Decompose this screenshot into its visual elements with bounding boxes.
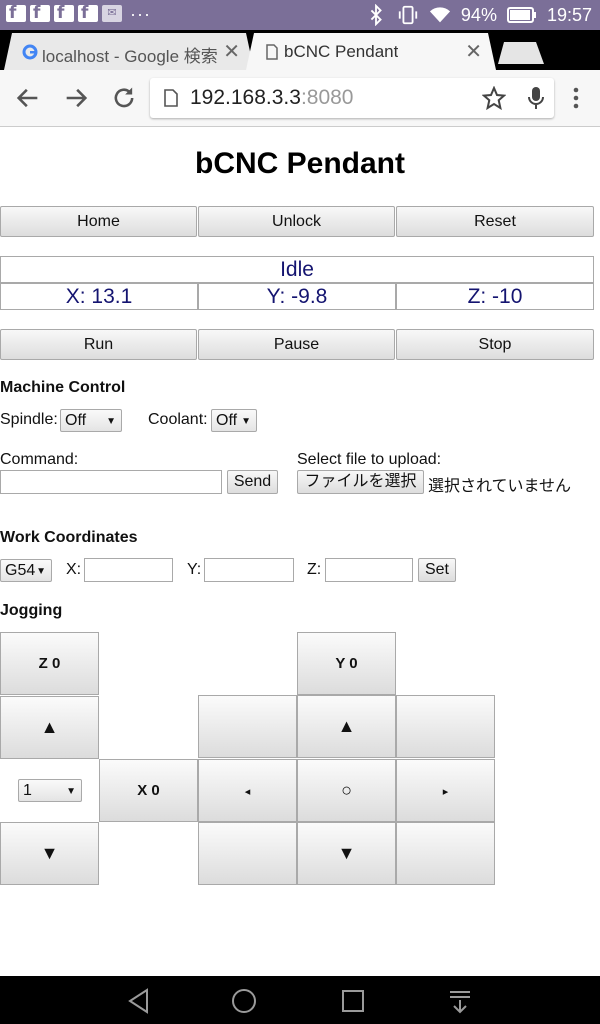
work-coordinates-heading: Work Coordinates (0, 529, 138, 546)
forward-arrow-icon[interactable] (62, 84, 90, 112)
more-notifications-icon: ··· (130, 3, 151, 24)
vibrate-icon (398, 5, 418, 25)
facebook-notification-icon (6, 3, 26, 23)
tab-close-icon[interactable]: ✕ (223, 39, 240, 64)
z-zero-button[interactable]: Z 0 (0, 632, 99, 695)
kebab-menu-icon[interactable] (566, 84, 586, 112)
left-arrow-icon: ◂ (244, 786, 251, 798)
x-left-button[interactable]: ◂ (198, 759, 297, 822)
navigation-bar (0, 976, 600, 1024)
status-bar: ✉ ··· 94% 19:57 (0, 0, 600, 30)
coolant-select[interactable]: Off ▼ (211, 409, 257, 432)
tab-title: bCNC Pendant (284, 42, 399, 61)
y-position: Y: -9.8 (198, 283, 396, 310)
set-button[interactable]: Set (418, 558, 456, 582)
send-button[interactable]: Send (227, 470, 278, 494)
stop-button[interactable]: Stop (396, 329, 594, 360)
mail-notification-icon: ✉ (102, 5, 122, 22)
run-button[interactable]: Run (0, 329, 197, 360)
dropdown-arrow-icon: ▼ (66, 786, 76, 797)
y-up-button[interactable]: ▲ (297, 695, 396, 758)
jog-down-right-button[interactable] (396, 822, 495, 885)
tab-strip: localhost - Google 検索 ✕ bCNC Pendant ✕ (0, 30, 600, 70)
coordinate-system-select[interactable]: G54 ▼ (0, 559, 52, 582)
tab-google-search[interactable]: localhost - Google 検索 ✕ (4, 33, 254, 70)
jogging-heading: Jogging (0, 602, 63, 619)
unlock-button[interactable]: Unlock (198, 206, 395, 237)
wcs-z-label: Z: (307, 561, 322, 578)
pause-button[interactable]: Pause (198, 329, 395, 360)
facebook-notification-icon (30, 3, 50, 23)
y-zero-button[interactable]: Y 0 (297, 632, 396, 695)
jog-up-left-button[interactable] (198, 695, 297, 758)
tab-title: localhost - Google 検索 (42, 47, 218, 66)
page-info-icon[interactable] (164, 89, 178, 107)
jog-up-right-button[interactable] (396, 695, 495, 758)
right-arrow-icon: ▸ (442, 786, 449, 798)
z-down-button[interactable]: ▼ (0, 822, 99, 885)
tab-close-icon[interactable]: ✕ (465, 39, 482, 64)
coolant-label: Coolant: (148, 411, 208, 428)
microphone-icon[interactable] (526, 86, 546, 110)
url-text: 192.168.3.3:8080 (190, 86, 354, 109)
home-button[interactable]: Home (0, 206, 197, 237)
z-position: Z: -10 (396, 283, 594, 310)
wifi-icon (429, 7, 451, 23)
dropdown-arrow-icon: ▼ (36, 566, 46, 577)
x-right-button[interactable]: ▸ (396, 759, 495, 822)
new-tab-button[interactable] (498, 42, 544, 64)
wcs-x-label: X: (66, 561, 82, 578)
command-input[interactable] (0, 470, 222, 494)
facebook-notification-icon (54, 3, 74, 23)
browser-toolbar: 192.168.3.3:8080 (0, 70, 600, 127)
nav-recents-icon[interactable] (340, 988, 366, 1014)
reload-icon[interactable] (110, 84, 138, 112)
back-arrow-icon[interactable] (14, 84, 42, 112)
dropdown-arrow-icon: ▼ (106, 416, 116, 427)
choose-file-button[interactable]: ファイルを選択 (297, 470, 424, 494)
google-favicon-icon (22, 44, 38, 60)
step-size-select[interactable]: 1 ▼ (18, 779, 82, 802)
machine-state: Idle (0, 256, 594, 283)
spindle-label: Spindle: (0, 411, 58, 428)
address-bar[interactable]: 192.168.3.3:8080 (150, 78, 554, 118)
down-arrow-icon: ▼ (40, 843, 59, 863)
nav-notification-pull-icon[interactable] (447, 988, 473, 1014)
down-arrow-icon: ▼ (337, 843, 356, 863)
jog-center-button[interactable]: ○ (297, 759, 396, 822)
x-position: X: 13.1 (0, 283, 198, 310)
nav-home-icon[interactable] (231, 988, 257, 1014)
battery-percent: 94% (460, 4, 497, 25)
command-label: Command: (0, 451, 79, 468)
machine-control-heading: Machine Control (0, 379, 126, 396)
up-arrow-icon: ▲ (40, 717, 59, 737)
bookmark-star-icon[interactable] (482, 86, 506, 110)
circle-icon: ○ (341, 780, 352, 800)
y-down-button[interactable]: ▼ (297, 822, 396, 885)
file-status: 選択されていません (428, 478, 572, 495)
wcs-x-input[interactable] (84, 558, 173, 582)
tab-bcnc-pendant[interactable]: bCNC Pendant ✕ (246, 33, 496, 70)
page-title: bCNC Pendant (195, 147, 405, 180)
spindle-select[interactable]: Off ▼ (60, 409, 122, 432)
clock: 19:57 (546, 4, 592, 25)
page-content: bCNC Pendant Home Unlock Reset Idle X: 1… (0, 127, 600, 976)
nav-back-icon[interactable] (126, 988, 152, 1014)
jog-down-left-button[interactable] (198, 822, 297, 885)
reset-button[interactable]: Reset (396, 206, 594, 237)
facebook-notification-icon (78, 3, 98, 23)
bluetooth-icon (370, 4, 382, 26)
wcs-z-input[interactable] (325, 558, 413, 582)
upload-label: Select file to upload: (297, 451, 442, 468)
z-up-button[interactable]: ▲ (0, 696, 99, 759)
battery-icon (506, 7, 536, 23)
up-arrow-icon: ▲ (337, 716, 356, 736)
dropdown-arrow-icon: ▼ (241, 416, 251, 427)
page-favicon-icon (266, 44, 278, 60)
wcs-y-input[interactable] (204, 558, 294, 582)
x-zero-button[interactable]: X 0 (99, 759, 198, 822)
wcs-y-label: Y: (187, 561, 202, 578)
